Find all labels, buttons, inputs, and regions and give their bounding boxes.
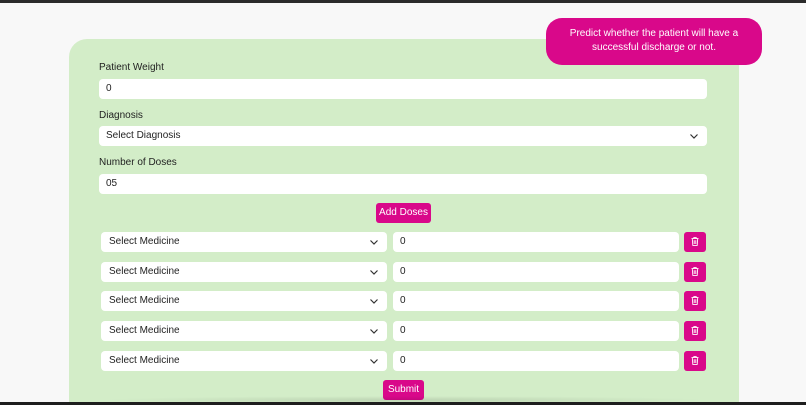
dose-amount-value: 0 (400, 295, 406, 306)
trash-icon (691, 322, 699, 340)
dose-amount-value: 0 (400, 266, 406, 277)
dose-amount-input[interactable]: 0 (393, 232, 679, 252)
trash-icon (691, 263, 699, 281)
number-of-doses-value: 05 (106, 178, 118, 189)
chevron-down-icon (689, 126, 699, 146)
dose-amount-input[interactable]: 0 (393, 262, 679, 282)
medicine-select[interactable]: Select Medicine (101, 321, 387, 341)
chevron-down-icon (369, 262, 379, 282)
medicine-selected-value: Select Medicine (109, 266, 180, 277)
delete-dose-button[interactable] (684, 321, 706, 341)
medicine-select[interactable]: Select Medicine (101, 262, 387, 282)
trash-icon (691, 292, 699, 310)
diagnosis-select[interactable]: Select Diagnosis (99, 126, 707, 146)
medicine-selected-value: Select Medicine (109, 236, 180, 247)
medicine-selected-value: Select Medicine (109, 355, 180, 366)
dose-amount-input[interactable]: 0 (393, 351, 679, 371)
dose-amount-value: 0 (400, 325, 406, 336)
delete-dose-button[interactable] (684, 351, 706, 371)
medicine-select[interactable]: Select Medicine (101, 232, 387, 252)
add-doses-label: Add Doses (379, 207, 428, 218)
submit-label: Submit (387, 384, 420, 395)
medicine-selected-value: Select Medicine (109, 325, 180, 336)
chevron-down-icon (369, 321, 379, 341)
patient-weight-input[interactable]: 0 (99, 79, 707, 99)
window-top-bar (0, 0, 806, 3)
number-of-doses-label: Number of Doses (99, 157, 177, 168)
dose-amount-input[interactable]: 0 (393, 291, 679, 311)
chevron-down-icon (369, 291, 379, 311)
tooltip-text: Predict whether the patient will have a … (569, 28, 739, 53)
prediction-tooltip: Predict whether the patient will have a … (546, 18, 762, 65)
chevron-down-icon (369, 232, 379, 252)
dose-amount-input[interactable]: 0 (393, 321, 679, 341)
medicine-selected-value: Select Medicine (109, 295, 180, 306)
delete-dose-button[interactable] (684, 291, 706, 311)
medicine-select[interactable]: Select Medicine (101, 351, 387, 371)
patient-weight-value: 0 (106, 83, 112, 94)
number-of-doses-input[interactable]: 05 (99, 174, 707, 194)
delete-dose-button[interactable] (684, 262, 706, 282)
patient-weight-label: Patient Weight (99, 62, 164, 73)
diagnosis-label: Diagnosis (99, 110, 143, 121)
dose-amount-value: 0 (400, 355, 406, 366)
dose-amount-value: 0 (400, 236, 406, 247)
medicine-select[interactable]: Select Medicine (101, 291, 387, 311)
chevron-down-icon (369, 351, 379, 371)
trash-icon (691, 233, 699, 251)
delete-dose-button[interactable] (684, 232, 706, 252)
diagnosis-selected-value: Select Diagnosis (106, 130, 181, 141)
trash-icon (691, 352, 699, 370)
add-doses-button[interactable]: Add Doses (376, 203, 431, 223)
